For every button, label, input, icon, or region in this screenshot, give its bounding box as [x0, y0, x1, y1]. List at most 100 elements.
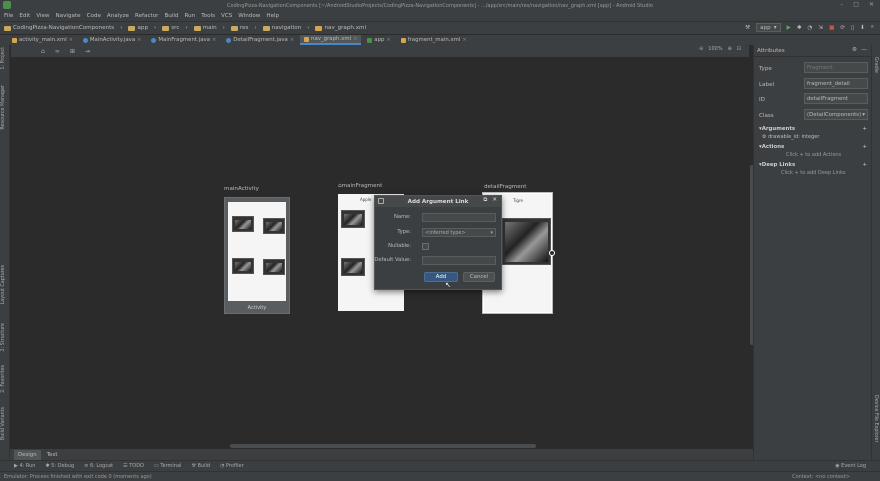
breadcrumb-nav-graph[interactable]: nav_graph.xml [315, 25, 366, 31]
maximize-button[interactable]: □ [853, 1, 859, 8]
tool-debug[interactable]: ✱ 5: Debug [45, 463, 74, 469]
sdk-manager-icon[interactable]: ⬇ [860, 25, 865, 31]
hide-panel-icon[interactable]: — [861, 47, 867, 53]
arguments-section[interactable]: ▾ Arguments + [754, 124, 872, 133]
tool-todo[interactable]: ☰ TODO [123, 463, 144, 469]
zoom-out-icon[interactable]: ⊖ [699, 46, 703, 52]
tab-text[interactable]: Text [43, 450, 62, 460]
avd-manager-icon[interactable]: ▯ [851, 25, 854, 31]
tab-app[interactable]: app × [363, 35, 394, 45]
name-field[interactable] [422, 213, 496, 222]
breadcrumb-navigation[interactable]: navigation [262, 25, 301, 31]
add-argument-icon[interactable]: + [862, 126, 867, 132]
tab-detail-fragment[interactable]: DetailFragment.java × [222, 35, 298, 45]
close-tab-icon[interactable]: × [353, 36, 357, 42]
menu-build[interactable]: Build [164, 13, 178, 19]
nullable-checkbox[interactable] [422, 243, 429, 250]
search-icon[interactable]: ⌕ [871, 24, 874, 31]
breadcrumb-src[interactable]: src [162, 25, 179, 31]
nested-graph-icon[interactable]: ⇥ [85, 48, 90, 55]
new-destination-icon[interactable]: ⊞ [70, 48, 75, 55]
deep-links-section[interactable]: ▾ Deep Links + [754, 160, 872, 169]
menu-edit[interactable]: Edit [19, 13, 30, 19]
action-handle[interactable] [549, 250, 555, 256]
tab-fragment-main[interactable]: fragment_main.xml × [397, 35, 471, 45]
sync-icon[interactable]: ⟳ [840, 25, 845, 31]
main-activity-destination[interactable]: Activity [224, 197, 290, 314]
tab-design[interactable]: Design [14, 449, 41, 460]
tool-tab-layout-captures[interactable]: Layout Captures [1, 265, 6, 304]
tool-tab-favorites[interactable]: 2: Favorites [1, 365, 6, 393]
breadcrumb-app[interactable]: app [128, 25, 148, 31]
menu-view[interactable]: View [36, 13, 49, 19]
tool-tab-gradle[interactable]: Gradle [873, 57, 878, 73]
gear-icon[interactable]: ⚙ [852, 47, 857, 53]
menu-run[interactable]: Run [184, 13, 195, 19]
menu-code[interactable]: Code [87, 13, 101, 19]
breadcrumb-project[interactable]: CodingPizza-NavigationComponents [4, 25, 114, 31]
dialog-close-icon[interactable]: ✕ [492, 197, 497, 204]
tool-tab-resource-manager[interactable]: Resource Manager [1, 85, 6, 130]
folder-icon [262, 25, 270, 31]
tab-activity-main[interactable]: activity_main.xml × [8, 35, 77, 45]
close-tab-icon[interactable]: × [212, 37, 216, 43]
tab-main-activity[interactable]: MainActivity.java × [79, 35, 145, 45]
horizontal-scrollbar[interactable] [230, 444, 536, 448]
close-window-button[interactable]: ✕ [869, 1, 874, 8]
add-deep-link-icon[interactable]: + [862, 162, 867, 168]
menu-file[interactable]: File [4, 13, 13, 19]
home-icon[interactable]: ⌂ [41, 48, 45, 55]
close-tab-icon[interactable]: × [69, 37, 73, 43]
tool-run[interactable]: ▶ 4: Run [14, 463, 35, 469]
cancel-button[interactable]: Cancel [463, 272, 495, 282]
tool-build[interactable]: ⚒ Build [191, 463, 210, 469]
menu-window[interactable]: Window [238, 13, 260, 19]
close-tab-icon[interactable]: × [462, 37, 466, 43]
menu-analyze[interactable]: Analyze [107, 13, 129, 19]
tab-nav-graph[interactable]: nav_graph.xml × [300, 35, 362, 45]
auto-arrange-icon[interactable]: ∞ [55, 48, 60, 55]
tool-logcat[interactable]: ≡ 6: Logcat [84, 463, 113, 469]
tool-tab-build-variants[interactable]: Build Variants [1, 407, 6, 440]
close-tab-icon[interactable]: × [386, 37, 390, 43]
run-config-dropdown[interactable]: app ▾ [756, 23, 781, 32]
menu-refactor[interactable]: Refactor [135, 13, 158, 19]
tool-tab-structure[interactable]: 2: Structure [1, 323, 6, 352]
menu-help[interactable]: Help [266, 13, 279, 19]
tool-profiler[interactable]: ◔ Profiler [220, 463, 244, 469]
attr-id-field[interactable]: detailFragment [804, 93, 868, 104]
tab-main-fragment[interactable]: MainFragment.java × [147, 35, 220, 45]
add-button[interactable]: Add [424, 272, 458, 282]
add-action-icon[interactable]: + [862, 144, 867, 150]
status-context: Context: <no context> [792, 474, 850, 480]
type-select[interactable]: <inferred type> ▾ [422, 228, 496, 237]
actions-section[interactable]: ▾ Actions + [754, 142, 872, 151]
menu-navigate[interactable]: Navigate [56, 13, 81, 19]
tool-tab-device-file-explorer[interactable]: Device File Explorer [873, 395, 878, 442]
tool-terminal[interactable]: ▭ Terminal [154, 463, 181, 469]
default-value-field[interactable] [422, 256, 496, 265]
minimize-button[interactable]: – [840, 1, 843, 8]
breadcrumb-main[interactable]: main [193, 25, 217, 31]
argument-item[interactable]: ⚙ drawable_id: integer [762, 134, 819, 140]
run-icon[interactable]: ▶ [787, 25, 791, 31]
tool-event-log[interactable]: ◉ Event Log [835, 463, 866, 469]
breadcrumb-res[interactable]: res [230, 25, 248, 31]
attr-label-field[interactable]: fragment_detail [804, 78, 868, 89]
profile-icon[interactable]: ◔ [808, 25, 813, 31]
close-tab-icon[interactable]: × [290, 37, 294, 43]
zoom-in-icon[interactable]: ⊕ [728, 46, 732, 52]
attr-class-select[interactable]: (DetailComponents) ▾ [804, 109, 868, 120]
status-message[interactable]: Emulator: Process finished with exit cod… [4, 474, 152, 480]
menu-vcs[interactable]: VCS [221, 13, 232, 19]
zoom-to-fit-icon[interactable]: ⊡ [737, 46, 741, 52]
tool-tab-project[interactable]: 1: Project [1, 47, 6, 70]
stop-icon[interactable]: ■ [829, 25, 834, 31]
attach-icon[interactable]: ⇲ [818, 25, 823, 31]
menu-tools[interactable]: Tools [201, 13, 215, 19]
hammer-icon[interactable]: ⚒ [745, 25, 750, 31]
close-tab-icon[interactable]: × [137, 37, 141, 43]
debug-icon[interactable]: ✱ [797, 25, 802, 31]
dialog-pin-icon[interactable]: ⧉ [483, 197, 487, 204]
folder-icon [230, 25, 238, 31]
